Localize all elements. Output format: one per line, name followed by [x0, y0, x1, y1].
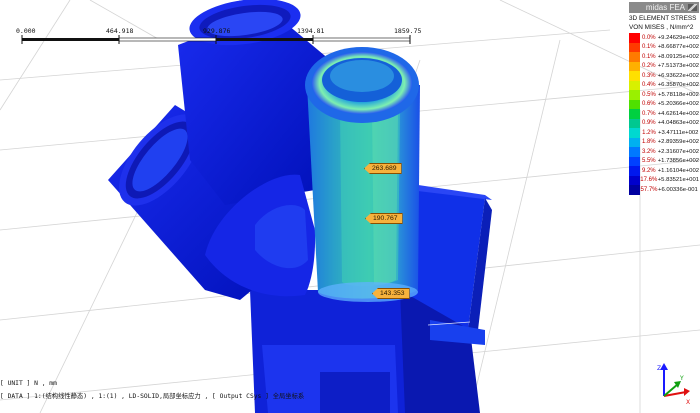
legend-percent: 0.9% [641, 120, 656, 127]
legend-color-swatch [629, 71, 640, 81]
value-callout[interactable]: 263.689 [364, 163, 402, 174]
axis-y-label: Y [679, 375, 684, 382]
legend-value: +1.16104e+002 [657, 167, 699, 174]
legend-color-swatch [629, 128, 640, 138]
legend-percent: 0.7% [641, 110, 656, 117]
legend-row: 57.7% +6.00336e-001 [629, 185, 699, 195]
legend-percent: 9.2% [641, 167, 656, 174]
legend-row: 1.2% +3.47111e+002 [629, 128, 699, 138]
legend-percent: 0.0% [641, 34, 656, 41]
scale-tick-label: 929.876 [203, 27, 231, 35]
legend-value: +1.73856e+002 [657, 158, 699, 165]
legend-row: 9.2% +1.16104e+002 [629, 166, 699, 176]
legend-row: 0.4% +6.35870e+002 [629, 80, 699, 90]
legend-row: 0.3% +6.93622e+002 [629, 71, 699, 81]
brand-name: midas FEA [645, 3, 685, 12]
legend-value: +6.35870e+002 [657, 82, 699, 89]
legend-value: +7.51373e+002 [657, 63, 699, 70]
axis-triad-icon: Z X Y [657, 363, 690, 406]
brand-logo-icon [688, 4, 697, 11]
legend-percent: 0.1% [641, 53, 656, 60]
value-callout[interactable]: 190.767 [365, 213, 403, 224]
legend-percent: 5.5% [641, 158, 656, 165]
legend-color-swatch [629, 166, 640, 176]
legend-row: 0.0% +9.24629e+002 [629, 33, 699, 43]
legend-color-swatch [629, 175, 640, 185]
legend-percent: 0.5% [642, 91, 656, 98]
axis-x-label: X [686, 399, 690, 406]
legend-row: 0.9% +4.04863e+002 [629, 118, 699, 128]
legend-subtitle: VON MISES , N/mm^2 [629, 24, 694, 31]
legend-row: 17.6% +5.83521e+001 [629, 175, 699, 185]
legend-color-swatch [629, 42, 640, 52]
legend-row: 1.8% +2.89359e+002 [629, 137, 699, 147]
legend-rows: 0.0% +9.24629e+002 0.1% +8.66877e+002 0.1% +8… [629, 33, 699, 195]
scale-tick-label: 1859.75 [394, 27, 422, 35]
legend-color-swatch [629, 118, 640, 128]
legend-value: +5.83521e+001 [657, 177, 699, 184]
legend-percent: 0.2% [641, 63, 656, 70]
legend-value: +3.47111e+002 [658, 129, 699, 136]
scale-tick-label: 464.918 [106, 27, 134, 35]
unit-message: [ UNIT ] N , mm [0, 380, 57, 387]
legend-row: 3.2% +2.31607e+002 [629, 147, 699, 157]
legend-value: +5.78118e+002 [658, 91, 699, 98]
legend-value: +6.93622e+002 [657, 72, 699, 79]
legend-percent: 1.2% [642, 129, 656, 136]
legend-row: 0.2% +7.51373e+002 [629, 61, 699, 71]
value-callout[interactable]: 143.353 [372, 288, 410, 299]
scale-bar: 0.000 464.918 929.876 1394.81 1859.75 [0, 0, 422, 60]
main-tube [305, 47, 420, 302]
legend-value: +8.09125e+002 [657, 53, 699, 60]
legend-percent: 57.7% [640, 186, 658, 193]
legend-color-swatch [629, 90, 640, 100]
fea-model-view[interactable] [0, 0, 700, 413]
legend-color-swatch [629, 80, 640, 90]
legend-percent: 3.2% [641, 148, 656, 155]
legend-value: +5.20366e+002 [657, 101, 699, 108]
legend-row: 5.5% +1.73856e+002 [629, 156, 699, 166]
stress-legend: midas FEA 3D ELEMENT STRESS VON MISES , … [629, 2, 699, 195]
brand-logo: midas FEA [629, 2, 699, 13]
legend-value: +2.89359e+002 [657, 139, 699, 146]
legend-title: 3D ELEMENT STRESS [629, 15, 697, 22]
legend-percent: 0.3% [641, 72, 656, 79]
legend-color-swatch [629, 147, 640, 157]
legend-percent: 0.4% [641, 82, 656, 89]
legend-color-swatch [629, 185, 640, 195]
legend-row: 0.1% +8.09125e+002 [629, 52, 699, 62]
scale-tick-label: 0.000 [16, 27, 36, 35]
output-messages: [ UNIT ] N , mm [ DATA ] 1:(结构线性静态) , 1:… [0, 377, 560, 403]
scale-tick-label: 1394.81 [297, 27, 325, 35]
legend-row: 0.1% +8.66877e+002 [629, 42, 699, 52]
legend-percent: 17.6% [640, 177, 658, 184]
legend-row: 0.6% +5.20366e+002 [629, 99, 699, 109]
legend-value: +2.31607e+002 [657, 148, 699, 155]
legend-row: 0.5% +5.78118e+002 [629, 90, 699, 100]
legend-value: +4.04863e+002 [657, 120, 699, 127]
axis-z-label: Z [657, 365, 661, 372]
data-message: [ DATA ] 1:(结构线性静态) , 1:(1) , LD-SOLID,局… [0, 393, 305, 400]
legend-color-swatch [629, 52, 640, 62]
legend-value: +9.24629e+002 [657, 34, 699, 41]
legend-value: +4.62614e+002 [657, 110, 699, 117]
legend-value: +8.66877e+002 [657, 44, 699, 51]
legend-color-swatch [629, 109, 640, 119]
legend-percent: 0.1% [641, 44, 656, 51]
legend-percent: 0.6% [641, 101, 656, 108]
legend-color-swatch [629, 99, 640, 109]
legend-color-swatch [629, 137, 640, 147]
model-viewport[interactable]: 0.000 464.918 929.876 1394.81 1859.75 26… [0, 0, 700, 413]
legend-percent: 1.8% [641, 139, 656, 146]
legend-value: +6.00336e-001 [658, 186, 698, 193]
legend-color-swatch [629, 61, 640, 71]
legend-color-swatch [629, 156, 640, 166]
legend-color-swatch [629, 33, 640, 43]
legend-row: 0.7% +4.62614e+002 [629, 109, 699, 119]
